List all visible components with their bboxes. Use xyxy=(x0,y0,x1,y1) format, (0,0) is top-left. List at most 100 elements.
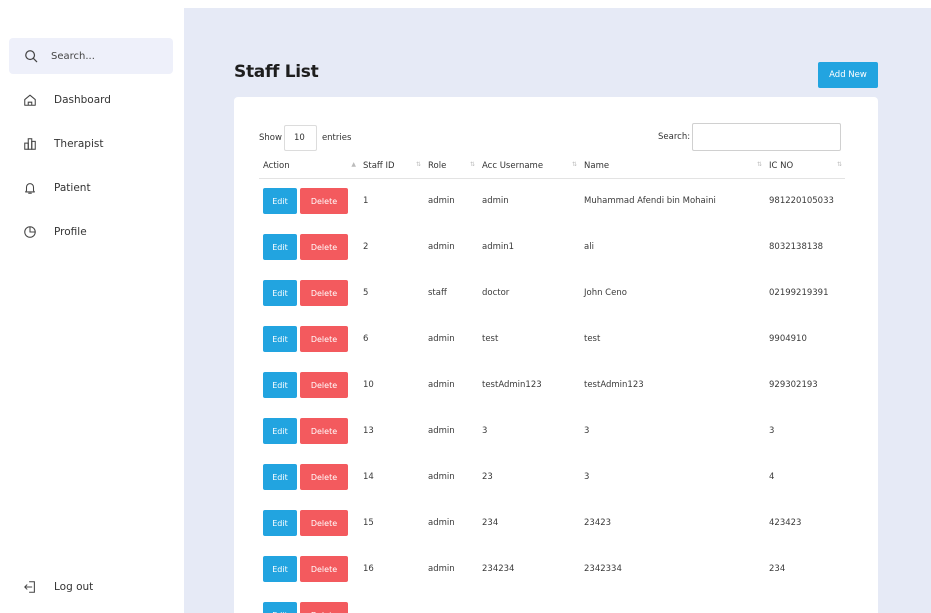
bell-icon xyxy=(25,183,35,194)
cell-name: 3 xyxy=(584,426,590,436)
sort-icon: ▲ xyxy=(351,161,356,168)
table-header-row: Action ▲ Staff ID ⇅ Role ⇅ Acc Username ⇅ Na… xyxy=(259,154,845,179)
entries-select[interactable]: 10 xyxy=(283,125,317,151)
table-search-label: Search: xyxy=(658,132,691,142)
table-row: Edit Delete 6 admin test test 9904910 xyxy=(259,316,845,362)
logout-button[interactable]: Log out xyxy=(23,580,93,594)
sort-icon: ⇅ xyxy=(469,161,475,168)
cell-ic-no: 929302193 xyxy=(769,380,818,390)
sidebar-item-label: Therapist xyxy=(54,138,104,150)
column-header-staff-id[interactable]: Staff ID ⇅ xyxy=(359,154,424,179)
cell-ic-no: 423423 xyxy=(769,518,802,528)
delete-button[interactable]: Delete xyxy=(300,418,348,444)
table-row: Edit Delete 15 admin 234 23423 423423 xyxy=(259,500,845,546)
cell-staff-id: 15 xyxy=(363,518,374,528)
cell-staff-id xyxy=(359,592,424,613)
sort-icon: ⇅ xyxy=(415,161,421,168)
cell-name: Muhammad Afendi bin Mohaini xyxy=(584,196,716,207)
table-row: Edit Delete 2 admin admin1 ali 8032138138 xyxy=(259,224,845,270)
edit-button[interactable]: Edit xyxy=(263,326,297,352)
cell-staff-id: 16 xyxy=(363,564,374,574)
edit-button[interactable]: Edit xyxy=(263,234,297,260)
cell-ic-no: 9904910 xyxy=(769,334,807,344)
cell-username: test xyxy=(482,334,499,344)
cell-name: 2342334 xyxy=(584,564,622,574)
sidebar-item-dashboard[interactable]: Dashboard xyxy=(0,89,184,111)
sort-icon: ⇅ xyxy=(756,161,762,168)
column-header-name[interactable]: Name ⇅ xyxy=(580,154,765,179)
table-row: Edit Delete 16 admin 234234 2342334 234 xyxy=(259,546,845,592)
cell-name: ali xyxy=(584,242,594,252)
building-icon xyxy=(24,138,36,150)
cell-ic-no: 4 xyxy=(769,472,775,482)
sidebar-item-patient[interactable]: Patient xyxy=(0,177,184,199)
sort-icon: ⇅ xyxy=(836,161,842,168)
delete-button[interactable]: Delete xyxy=(300,188,348,215)
cell-username: 234234 xyxy=(482,564,515,574)
delete-button[interactable]: Delete xyxy=(300,556,348,582)
delete-button[interactable]: Delete xyxy=(300,280,348,306)
cell-username: admin xyxy=(482,196,509,207)
column-header-role[interactable]: Role ⇅ xyxy=(424,154,478,179)
entries-label: entries xyxy=(321,133,352,143)
entries-length-control: Show 10 entries xyxy=(259,125,351,151)
cell-ic-no xyxy=(765,592,845,613)
cell-ic-no: 02199219391 xyxy=(769,288,829,298)
cell-username: doctor xyxy=(482,288,510,298)
page-title: Staff List xyxy=(234,62,319,82)
delete-button[interactable]: Delete xyxy=(300,464,348,490)
delete-button[interactable]: Delete xyxy=(300,602,348,613)
main-content: Staff List Add New Show 10 entries Searc… xyxy=(184,8,931,613)
edit-button[interactable]: Edit xyxy=(263,418,297,444)
delete-button[interactable]: Delete xyxy=(300,510,348,536)
cell-role: admin xyxy=(428,472,455,482)
sidebar-item-therapist[interactable]: Therapist xyxy=(0,133,184,155)
search-icon xyxy=(25,50,38,63)
cell-role: admin xyxy=(428,380,455,390)
add-new-button[interactable]: Add New xyxy=(818,62,878,88)
sort-icon: ⇅ xyxy=(571,161,577,168)
sidebar-item-label: Profile xyxy=(54,226,87,238)
cell-role: admin xyxy=(428,242,455,252)
delete-button[interactable]: Delete xyxy=(300,372,348,398)
delete-button[interactable]: Delete xyxy=(300,326,348,352)
cell-staff-id: 6 xyxy=(363,334,369,344)
cell-staff-id: 10 xyxy=(363,380,374,390)
cell-name: test xyxy=(584,334,601,344)
sidebar-search-input[interactable] xyxy=(51,50,161,62)
sidebar-item-label: Patient xyxy=(54,182,91,194)
cell-username xyxy=(478,592,580,613)
cell-staff-id: 14 xyxy=(363,472,374,482)
staff-table-card: Show 10 entries Search: Action ▲ Staff ID… xyxy=(234,97,878,613)
column-header-action[interactable]: Action ▲ xyxy=(259,154,359,179)
table-row: Edit Delete 13 admin 3 3 3 xyxy=(259,408,845,454)
edit-button[interactable]: Edit xyxy=(263,280,297,306)
column-header-username[interactable]: Acc Username ⇅ xyxy=(478,154,580,179)
table-search-input[interactable] xyxy=(692,123,842,151)
edit-button[interactable]: Edit xyxy=(263,510,297,536)
sidebar: Dashboard Therapist Patient Profile xyxy=(0,0,184,613)
cell-name: 3 xyxy=(584,472,590,482)
cell-name: 23423 xyxy=(584,518,612,528)
table-row: EditDelete xyxy=(259,592,845,613)
sidebar-search[interactable] xyxy=(9,38,173,74)
column-header-ic-no[interactable]: IC NO ⇅ xyxy=(765,154,845,179)
cell-username: 23 xyxy=(482,472,493,482)
edit-button[interactable]: Edit xyxy=(263,602,297,613)
edit-button[interactable]: Edit xyxy=(263,464,297,490)
logout-icon xyxy=(24,581,35,593)
cell-staff-id: 5 xyxy=(363,288,369,298)
edit-button[interactable]: Edit xyxy=(263,188,297,215)
edit-button[interactable]: Edit xyxy=(263,372,297,398)
staff-table: Action ▲ Staff ID ⇅ Role ⇅ Acc Username ⇅ Na… xyxy=(259,154,845,613)
cell-ic-no: 3 xyxy=(769,426,775,436)
table-row: Edit Delete 10 admin testAdmin123 testAdm… xyxy=(259,362,845,408)
delete-button[interactable]: Delete xyxy=(300,234,348,260)
sidebar-item-profile[interactable]: Profile xyxy=(0,221,184,243)
edit-button[interactable]: Edit xyxy=(263,556,297,582)
sidebar-nav: Dashboard Therapist Patient Profile xyxy=(0,89,184,265)
cell-staff-id: 2 xyxy=(363,242,369,252)
table-search: Search: xyxy=(658,123,842,151)
cell-username: admin1 xyxy=(482,242,515,252)
table-row: Edit Delete 1 admin admin Muhammad Afendi… xyxy=(259,178,845,224)
